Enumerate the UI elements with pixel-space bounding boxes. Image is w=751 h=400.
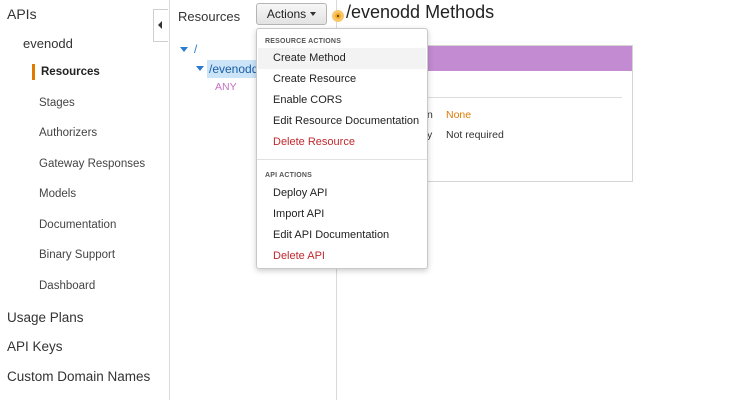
menu-delete-api[interactable]: Delete API <box>258 246 426 267</box>
menu-create-resource[interactable]: Create Resource <box>258 69 426 90</box>
nav-api-evenodd[interactable]: evenodd <box>23 36 73 51</box>
nav-usage-plans[interactable]: Usage Plans <box>7 310 84 325</box>
caret-down-icon <box>310 12 317 16</box>
resources-title: Resources <box>178 9 241 24</box>
left-navigation: APIs evenodd Resources Stages Authorizer… <box>0 0 170 400</box>
active-indicator <box>32 64 35 80</box>
chevron-left-icon <box>158 21 162 29</box>
tree-node-root[interactable]: / <box>194 42 197 56</box>
card-divider <box>425 97 622 98</box>
card-row2-value: Not required <box>446 129 504 141</box>
tree-expand-root-icon[interactable] <box>180 47 188 52</box>
nav-item-stages[interactable]: Stages <box>39 97 75 109</box>
menu-create-method[interactable]: Create Method <box>258 48 426 69</box>
card-row1-value: None <box>446 109 472 121</box>
nav-api-keys[interactable]: API Keys <box>7 339 63 354</box>
actions-button-label: Actions <box>266 7 307 21</box>
menu-deploy-api[interactable]: Deploy API <box>258 183 426 204</box>
menu-edit-api-documentation[interactable]: Edit API Documentation <box>258 225 426 246</box>
nav-apis[interactable]: APIs <box>7 6 37 22</box>
menu-edit-resource-documentation[interactable]: Edit Resource Documentation <box>258 111 426 132</box>
nav-item-resources[interactable]: Resources <box>41 66 100 78</box>
menu-import-api[interactable]: Import API <box>258 204 426 225</box>
collapse-nav-button[interactable] <box>153 9 168 42</box>
actions-dropdown-menu: RESOURCE ACTIONS Create Method Create Re… <box>256 28 428 269</box>
api-actions-heading: API ACTIONS <box>265 172 313 179</box>
resource-actions-heading: RESOURCE ACTIONS <box>265 38 342 45</box>
menu-separator <box>257 159 427 160</box>
nav-item-gateway-responses[interactable]: Gateway Responses <box>39 158 145 170</box>
nav-item-models[interactable]: Models <box>39 188 76 200</box>
hint-indicator-icon[interactable] <box>332 10 344 22</box>
nav-item-binary-support[interactable]: Binary Support <box>39 249 115 261</box>
nav-custom-domain-names[interactable]: Custom Domain Names <box>7 369 150 384</box>
menu-enable-cors[interactable]: Enable CORS <box>258 90 426 111</box>
nav-item-dashboard[interactable]: Dashboard <box>39 280 95 292</box>
tree-expand-resource-icon[interactable] <box>196 66 204 71</box>
page-title: /evenodd Methods <box>346 2 495 22</box>
nav-item-documentation[interactable]: Documentation <box>39 219 116 231</box>
menu-delete-resource[interactable]: Delete Resource <box>258 132 426 153</box>
nav-item-authorizers[interactable]: Authorizers <box>39 127 97 139</box>
tree-node-method-any[interactable]: ANY <box>215 81 237 93</box>
actions-button[interactable]: Actions <box>256 3 327 25</box>
